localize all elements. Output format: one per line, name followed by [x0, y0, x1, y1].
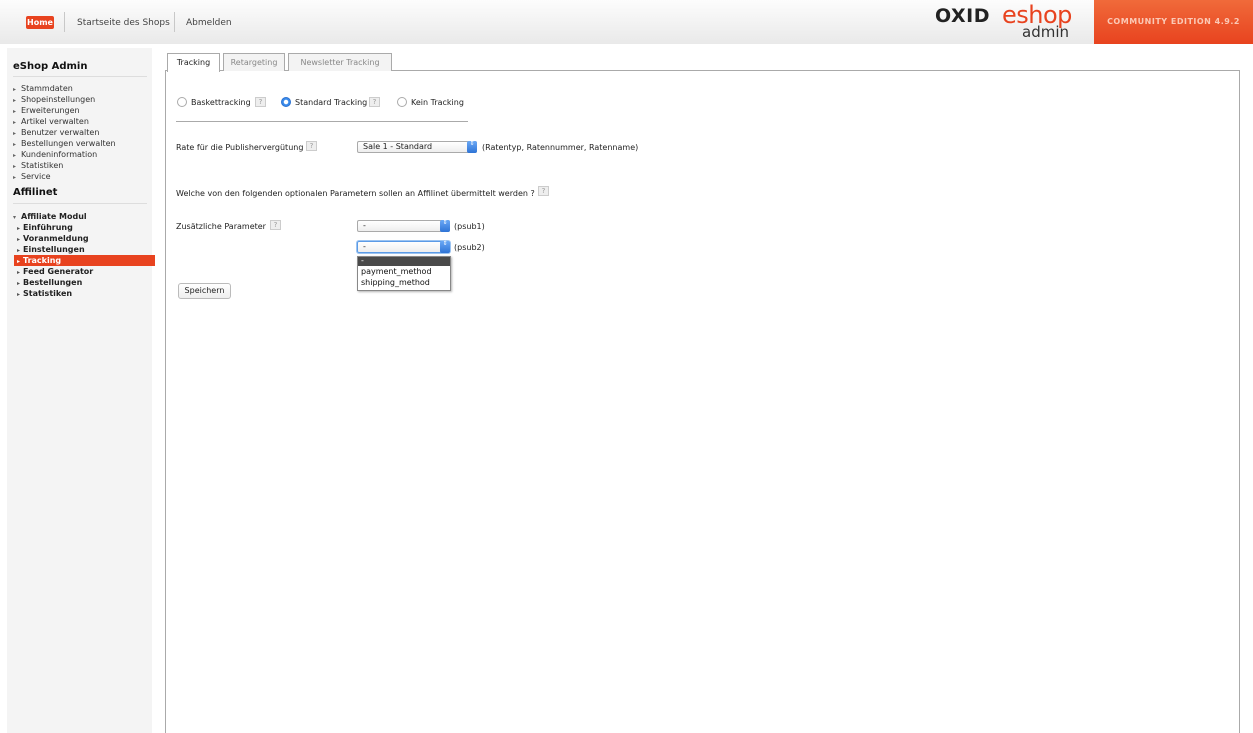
sidebar-item-erweiterungen[interactable]: ▸ Erweiterungen	[13, 106, 80, 115]
chevron-right-icon: ▸	[13, 108, 17, 115]
select-arrow-icon: ⇕	[467, 141, 477, 153]
divider	[13, 76, 147, 77]
rate-label: Rate für die Publishervergütung	[176, 143, 304, 152]
chevron-right-icon: ▸	[13, 97, 17, 104]
sidebar-subitem-einstellungen[interactable]: ▸ Einstellungen	[17, 245, 85, 254]
sidebar-subitem-einfuehrung[interactable]: ▸ Einführung	[17, 223, 73, 232]
sidebar-item-affiliate-modul[interactable]: ▾ Affiliate Modul	[13, 212, 87, 221]
rate-select[interactable]: Sale 1 - Standard ⇕	[357, 141, 477, 153]
sidebar-item-kundeninformation[interactable]: ▸ Kundeninformation	[13, 150, 97, 159]
psub1-suffix: (psub1)	[454, 222, 485, 231]
radio-kein-tracking-label: Kein Tracking	[411, 98, 464, 107]
psub2-select[interactable]: - ⇕	[357, 241, 450, 253]
logout-link[interactable]: Abmelden	[186, 18, 232, 28]
help-icon[interactable]: ?	[306, 141, 317, 151]
psub2-dropdown-list: - payment_method shipping_method	[357, 256, 451, 291]
sidebar-title: eShop Admin	[13, 61, 88, 72]
dropdown-option[interactable]: -	[358, 257, 450, 266]
help-icon[interactable]: ?	[255, 97, 266, 107]
separator	[174, 12, 175, 32]
logo-oxid-text: OXID	[935, 5, 990, 27]
sidebar-item-service[interactable]: ▸ Service	[13, 172, 51, 181]
sidebar-subitem-tracking[interactable]: ▸ Tracking	[14, 255, 155, 266]
oxid-logo: OXID eshop admin	[935, 1, 1085, 41]
sidebar: eShop Admin ▸ Stammdaten ▸ Shopeinstellung…	[7, 48, 155, 733]
save-button[interactable]: Speichern	[178, 283, 231, 299]
sidebar-item-benutzer[interactable]: ▸ Benutzer verwalten	[13, 128, 99, 137]
tab-tracking[interactable]: Tracking	[167, 53, 220, 72]
extra-params-label: Zusätzliche Parameter	[176, 222, 266, 231]
sidebar-item-statistiken[interactable]: ▸ Statistiken	[13, 161, 63, 170]
radio-kein-tracking[interactable]	[397, 97, 407, 107]
chevron-down-icon: ▾	[13, 214, 17, 221]
home-button[interactable]: Home	[26, 16, 54, 29]
radio-baskettracking[interactable]	[177, 97, 187, 107]
params-question: Welche von den folgenden optionalen Para…	[176, 189, 535, 198]
select-arrow-icon: ⇕	[440, 220, 450, 232]
chevron-right-icon: ▸	[13, 141, 17, 148]
tab-newsletter-tracking[interactable]: Newsletter Tracking	[288, 53, 392, 71]
help-icon[interactable]: ?	[538, 186, 549, 196]
edition-badge: COMMUNITY EDITION 4.9.2	[1094, 0, 1253, 44]
chevron-right-icon: ▸	[13, 130, 17, 137]
select-arrow-icon: ⇕	[440, 241, 450, 253]
separator	[64, 12, 65, 32]
psub1-select[interactable]: - ⇕	[357, 220, 450, 232]
chevron-right-icon: ▸	[13, 152, 17, 159]
dropdown-option[interactable]: shipping_method	[358, 277, 450, 288]
divider	[13, 203, 147, 204]
logo-admin-text: admin	[1022, 23, 1069, 41]
sidebar-subitem-statistiken[interactable]: ▸ Statistiken	[17, 289, 72, 298]
radio-standard-tracking-label: Standard Tracking	[295, 98, 368, 107]
sidebar-subitem-voranmeldung[interactable]: ▸ Voranmeldung	[17, 234, 89, 243]
help-icon[interactable]: ?	[270, 220, 281, 230]
chevron-right-icon: ▸	[13, 163, 17, 170]
sidebar-subitem-bestellungen[interactable]: ▸ Bestellungen	[17, 278, 82, 287]
main-panel	[165, 70, 1240, 733]
sidebar-item-bestellungen-verwalten[interactable]: ▸ Bestellungen verwalten	[13, 139, 116, 148]
rate-hint: (Ratentyp, Ratennummer, Ratenname)	[482, 143, 639, 152]
chevron-right-icon: ▸	[13, 174, 17, 181]
radio-standard-tracking[interactable]	[281, 97, 291, 107]
dropdown-option[interactable]: payment_method	[358, 266, 450, 277]
tab-retargeting[interactable]: Retargeting	[223, 53, 285, 71]
top-bar: Home Startseite des Shops Abmelden OXID …	[0, 0, 1253, 44]
shop-start-link[interactable]: Startseite des Shops	[77, 18, 170, 28]
sidebar-section-affilinet: Affilinet	[13, 187, 58, 198]
help-icon[interactable]: ?	[369, 97, 380, 107]
chevron-right-icon: ▸	[13, 86, 17, 93]
sidebar-subitem-feed-generator[interactable]: ▸ Feed Generator	[17, 267, 93, 276]
chevron-right-icon: ▸	[13, 119, 17, 126]
sidebar-item-artikel[interactable]: ▸ Artikel verwalten	[13, 117, 89, 126]
divider	[176, 121, 468, 122]
psub2-suffix: (psub2)	[454, 243, 485, 252]
sidebar-item-shopeinstellungen[interactable]: ▸ Shopeinstellungen	[13, 95, 95, 104]
sidebar-item-stammdaten[interactable]: ▸ Stammdaten	[13, 84, 73, 93]
radio-baskettracking-label: Baskettracking	[191, 98, 251, 107]
